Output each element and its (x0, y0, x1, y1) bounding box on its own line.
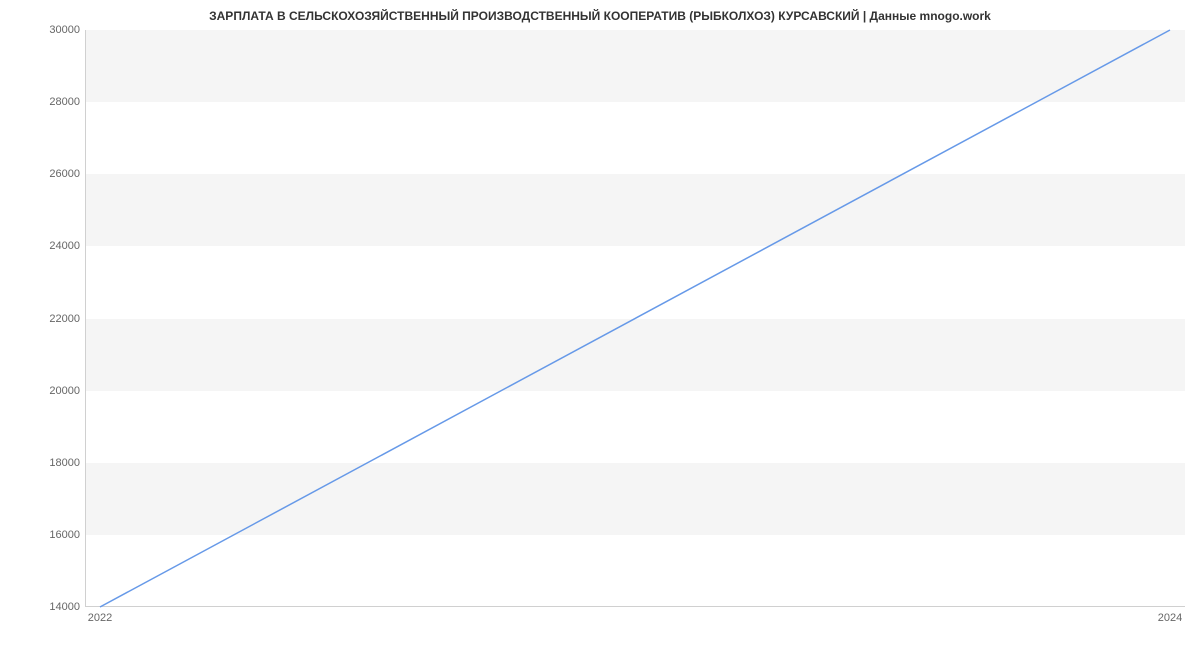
y-tick-label: 14000 (49, 601, 80, 613)
y-tick-label: 16000 (49, 529, 80, 541)
y-tick-label: 30000 (49, 24, 80, 36)
data-line (100, 30, 1170, 607)
y-tick-label: 24000 (49, 240, 80, 252)
chart-title: ЗАРПЛАТА В СЕЛЬСКОХОЗЯЙСТВЕННЫЙ ПРОИЗВОД… (0, 9, 1200, 23)
x-tick-label: 2024 (1158, 612, 1182, 624)
y-tick-label: 22000 (49, 313, 80, 325)
y-tick-label: 26000 (49, 168, 80, 180)
y-tick-label: 20000 (49, 385, 80, 397)
y-tick-label: 28000 (49, 96, 80, 108)
chart-line-svg (85, 30, 1185, 607)
x-tick-label: 2022 (88, 612, 112, 624)
y-tick-label: 18000 (49, 457, 80, 469)
